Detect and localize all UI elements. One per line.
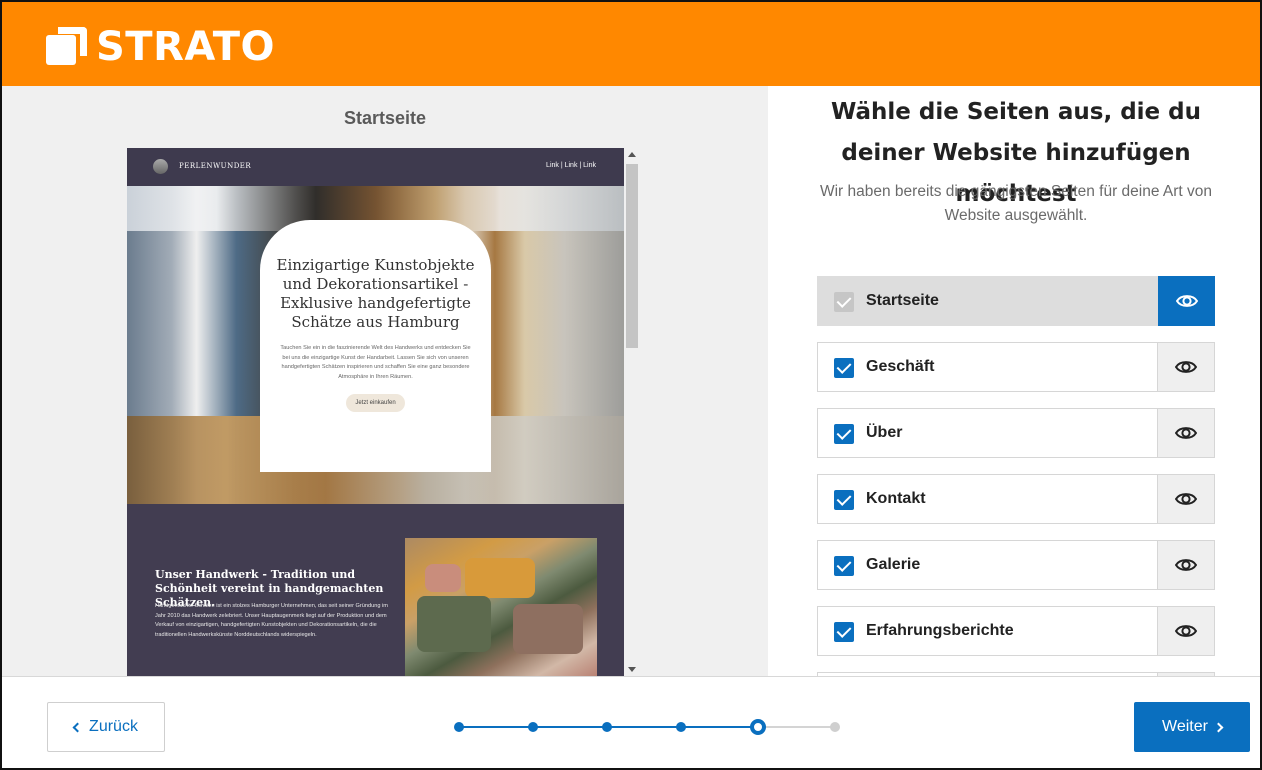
preview-title: Startseite: [343, 108, 427, 128]
preview-section-image: [405, 538, 597, 676]
progress-line: [758, 726, 835, 728]
page-row-erfahrungsberichte[interactable]: Erfahrungsberichte: [817, 606, 1215, 656]
progress-step: [528, 722, 538, 732]
preview-hero-title: Einzigartige Kunstobjekte und Dekoration…: [276, 256, 475, 331]
preview-site-nav: PERLENWUNDER Link | Link | Link: [127, 148, 624, 186]
back-button-label: Zurück: [89, 718, 138, 735]
page-checkbox[interactable]: [834, 622, 854, 642]
page-label: Startseite: [866, 292, 939, 309]
preview-site-brand: PERLENWUNDER: [179, 162, 252, 170]
preview-hero-text: Tauchen Sie ein in die faszinierende Wel…: [280, 345, 471, 380]
progress-step: [750, 719, 766, 735]
eye-icon: [1175, 359, 1197, 375]
scroll-down-icon[interactable]: [628, 667, 636, 672]
strato-logo-icon: [46, 27, 87, 67]
progress-line: [533, 726, 607, 728]
chevron-left-icon: [72, 722, 83, 732]
strato-logo: STRATO: [46, 24, 275, 70]
strato-logo-text: STRATO: [96, 24, 276, 70]
preview-eye-button[interactable]: [1158, 276, 1215, 326]
eye-icon: [1175, 623, 1197, 639]
progress-step: [676, 722, 686, 732]
progress-step: [602, 722, 612, 732]
eye-icon: [1175, 557, 1197, 573]
preview-eye-button[interactable]: [1157, 541, 1214, 589]
page-label: Kontakt: [866, 490, 926, 507]
page-row--ber[interactable]: Über: [817, 408, 1215, 458]
page-checkbox[interactable]: [834, 358, 854, 378]
preview-panel: Startseite PERLENWUNDER Link | Link | Li…: [2, 86, 768, 676]
back-button[interactable]: Zurück: [47, 702, 165, 752]
page-row-galerie[interactable]: Galerie: [817, 540, 1215, 590]
website-preview[interactable]: PERLENWUNDER Link | Link | Link Einzigar…: [127, 148, 624, 676]
top-bar: STRATO: [2, 2, 1260, 86]
app-window: STRATO Startseite PERLENWUNDER Link | Li…: [0, 0, 1262, 770]
preview-eye-button[interactable]: [1157, 607, 1214, 655]
wizard-footer: Zurück Weiter: [2, 676, 1260, 768]
page-row-kontakt[interactable]: Kontakt: [817, 474, 1215, 524]
preview-eye-button[interactable]: [1157, 409, 1214, 457]
progress-stepper: [454, 719, 846, 735]
scroll-up-icon[interactable]: [628, 152, 636, 157]
page-checkbox[interactable]: [834, 490, 854, 510]
scrollbar-thumb[interactable]: [626, 164, 638, 348]
preview-site-links: Link | Link | Link: [546, 162, 596, 169]
progress-step: [454, 722, 464, 732]
page-label: Erfahrungsberichte: [866, 622, 1014, 639]
progress-line: [459, 726, 533, 728]
preview-hero-card: Einzigartige Kunstobjekte und Dekoration…: [260, 220, 491, 472]
preview-section-about: Unser Handwerk - Tradition und Schönheit…: [127, 504, 624, 676]
page-label: Über: [866, 424, 903, 441]
preview-section-text: Handgemachte Schätze ist ein stolzes Ham…: [155, 603, 388, 638]
page-checkbox: [834, 292, 854, 312]
progress-step: [830, 722, 840, 732]
progress-line: [607, 726, 681, 728]
page-checkbox[interactable]: [834, 556, 854, 576]
page-label: Galerie: [866, 556, 921, 573]
eye-icon: [1176, 293, 1198, 309]
preview-scrollbar[interactable]: [624, 148, 640, 676]
preview-eye-button[interactable]: [1157, 343, 1214, 391]
page-row-gesch-ft[interactable]: Geschäft: [817, 342, 1215, 392]
page-subtitle: Wir haben bereits die gängigsten Seiten …: [819, 183, 1213, 224]
next-button-label: Weiter: [1162, 718, 1208, 735]
preview-hero-button: Jetzt einkaufen: [346, 394, 405, 412]
progress-line: [681, 726, 758, 728]
next-button[interactable]: Weiter: [1134, 702, 1250, 752]
preview-eye-button[interactable]: [1157, 475, 1214, 523]
eye-icon: [1175, 425, 1197, 441]
preview-hero-image: Einzigartige Kunstobjekte und Dekoration…: [127, 186, 624, 504]
page-selection-panel: Wähle die Seiten aus, die du deiner Webs…: [768, 86, 1260, 676]
preview-site-logo-icon: [153, 159, 168, 174]
page-label: Geschäft: [866, 358, 935, 375]
eye-icon: [1175, 491, 1197, 507]
chevron-right-icon: [1213, 722, 1224, 732]
page-row-startseite[interactable]: Startseite: [817, 276, 1215, 326]
page-checkbox[interactable]: [834, 424, 854, 444]
